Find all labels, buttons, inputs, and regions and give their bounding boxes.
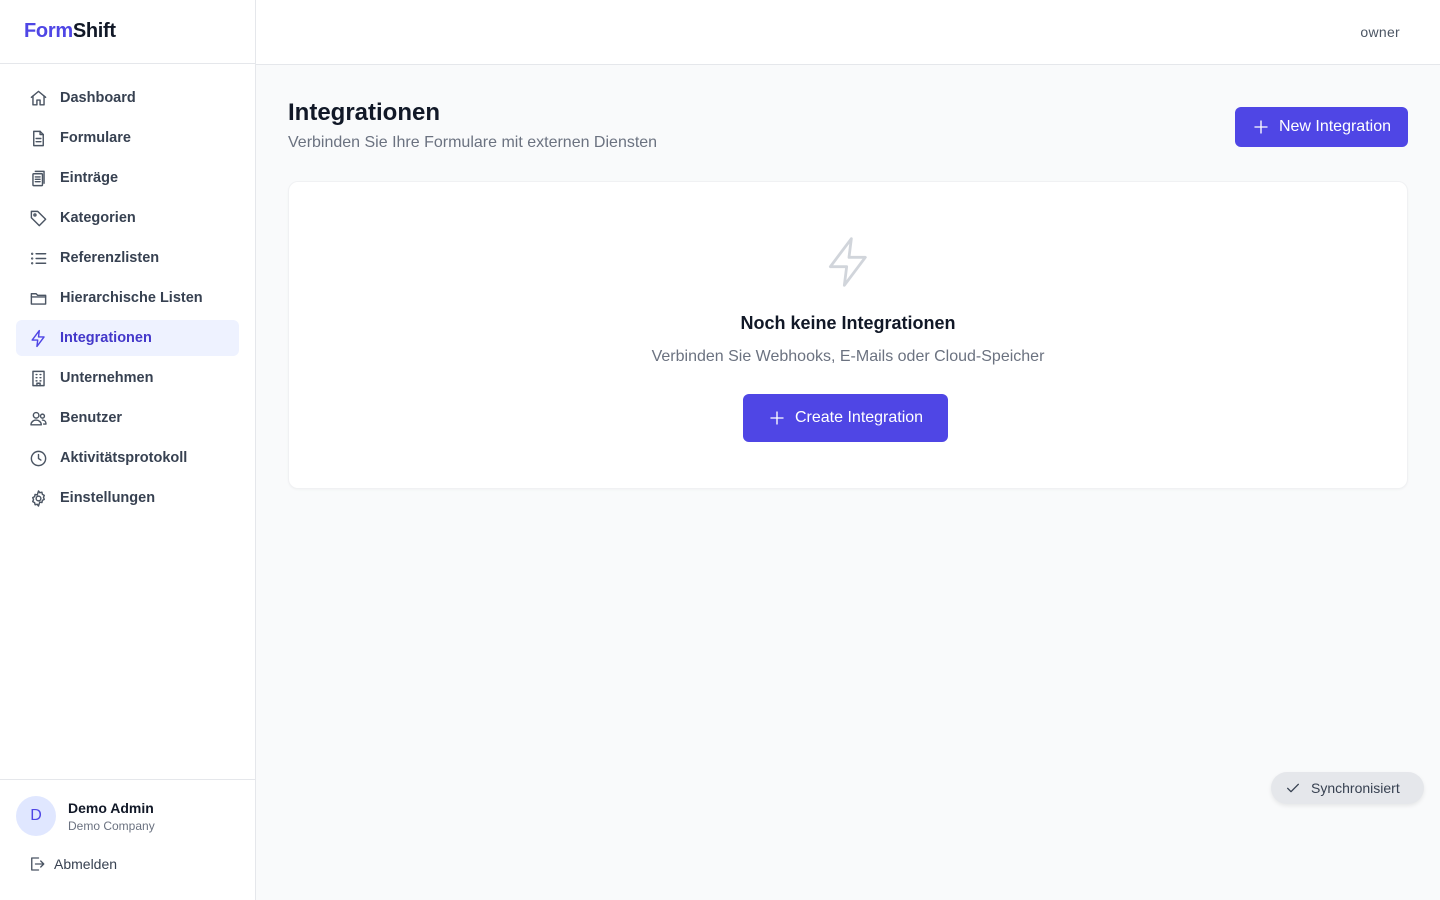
sidebar-item-label: Benutzer	[60, 410, 123, 426]
building-icon	[28, 368, 48, 388]
sync-status-badge: Synchronisiert	[1271, 772, 1424, 804]
sidebar-item-label: Unternehmen	[60, 370, 154, 386]
sidebar: Form Shift Dashboard Formulare Einträge K…	[0, 0, 256, 900]
list-icon	[28, 248, 48, 268]
sidebar-item-label: Integrationen	[60, 330, 152, 346]
user-company: Demo Company	[68, 818, 155, 833]
logout-label: Abmelden	[54, 856, 118, 872]
sidebar-item-label: Einstellungen	[60, 490, 156, 506]
plus-icon	[768, 409, 786, 427]
lightning-icon	[821, 232, 877, 292]
logout-button[interactable]: Abmelden	[16, 852, 239, 876]
sidebar-item-unternehmen[interactable]: Unternehmen	[16, 360, 239, 396]
sidebar-item-label: Formulare	[60, 130, 131, 146]
sidebar-item-benutzer[interactable]: Benutzer	[16, 400, 239, 436]
gear-icon	[28, 488, 48, 508]
plus-icon	[1252, 118, 1270, 136]
folder-icon	[28, 288, 48, 308]
brand-name-part2: Shift	[72, 20, 116, 42]
brand-logo[interactable]: Form Shift	[0, 0, 255, 64]
sidebar-item-einstellungen[interactable]: Einstellungen	[16, 480, 239, 516]
sidebar-nav: Dashboard Formulare Einträge Kategorien …	[0, 64, 255, 779]
top-bar: owner	[256, 0, 1440, 65]
sidebar-item-integrationen[interactable]: Integrationen	[16, 320, 239, 356]
logout-icon	[28, 855, 46, 873]
entries-icon	[28, 168, 48, 188]
new-integration-label: New Integration	[1278, 118, 1391, 135]
empty-state-text: Verbinden Sie Webhooks, E-Mails oder Clo…	[651, 348, 1045, 365]
check-icon	[1285, 780, 1301, 796]
home-icon	[28, 88, 48, 108]
users-icon	[28, 408, 48, 428]
user-role: owner	[1360, 24, 1400, 40]
create-integration-label: Create Integration	[795, 409, 924, 426]
user-info: D Demo Admin Demo Company	[16, 796, 239, 836]
sidebar-item-eintraege[interactable]: Einträge	[16, 160, 239, 196]
empty-state-title: Noch keine Integrationen	[740, 313, 956, 333]
brand-name-part1: Form	[24, 20, 73, 42]
create-integration-button[interactable]: Create Integration	[743, 394, 949, 442]
sidebar-item-formulare[interactable]: Formulare	[16, 120, 239, 156]
sidebar-item-label: Referenzlisten	[60, 250, 160, 266]
sidebar-item-hierarchische-listen[interactable]: Hierarchische Listen	[16, 280, 239, 316]
sidebar-item-referenzlisten[interactable]: Referenzlisten	[16, 240, 239, 276]
document-icon	[28, 128, 48, 148]
sync-status-label: Synchronisiert	[1311, 780, 1400, 796]
main-content: Integrationen Verbinden Sie Ihre Formula…	[288, 97, 1408, 489]
tag-icon	[28, 208, 48, 228]
user-name: Demo Admin	[68, 799, 154, 816]
sidebar-item-label: Kategorien	[60, 210, 136, 226]
empty-state-card: Noch keine Integrationen Verbinden Sie W…	[288, 181, 1408, 489]
sidebar-item-kategorien[interactable]: Kategorien	[16, 200, 239, 236]
clock-icon	[28, 448, 48, 468]
user-panel: D Demo Admin Demo Company Abmelden	[0, 779, 255, 900]
sidebar-item-label: Einträge	[60, 170, 119, 186]
lightning-icon	[28, 328, 48, 348]
new-integration-button[interactable]: New Integration	[1234, 107, 1408, 147]
avatar: D	[16, 796, 56, 836]
sidebar-item-label: Hierarchische Listen	[60, 290, 203, 306]
sidebar-item-dashboard[interactable]: Dashboard	[16, 80, 239, 116]
sidebar-item-aktivitaetsprotokoll[interactable]: Aktivitätsprotokoll	[16, 440, 239, 476]
sidebar-item-label: Aktivitätsprotokoll	[60, 450, 188, 466]
sidebar-item-label: Dashboard	[60, 90, 136, 106]
